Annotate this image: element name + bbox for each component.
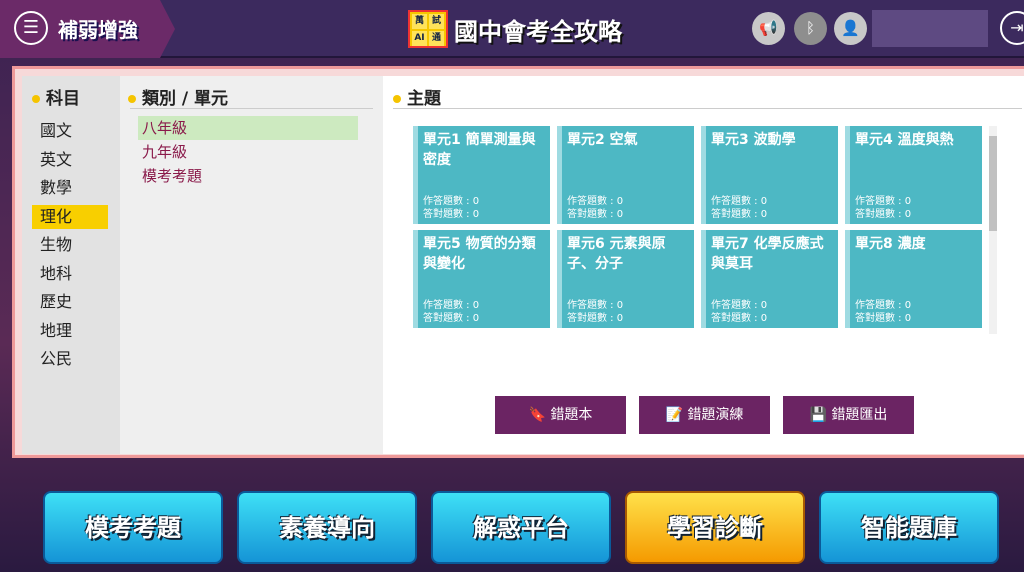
subject-item[interactable]: 地理	[32, 319, 108, 343]
unit-title: 單元7 化學反應式與莫耳	[711, 236, 824, 272]
scrollbar[interactable]	[989, 126, 997, 334]
unit-title: 單元1 簡單測量與密度	[423, 132, 536, 168]
correct-count: 答對題數 : 0	[855, 209, 912, 220]
bottom-nav-button[interactable]: 解惑平台	[431, 491, 611, 564]
bluetooth-icon[interactable]: ᛒ	[794, 12, 827, 45]
subject-item[interactable]: 國文	[32, 119, 108, 143]
category-item[interactable]: 八年級	[138, 116, 358, 140]
topic-area: 主題 單元1 簡單測量與密度 作答題數 : 0 答對題數 : 0 單元2 空氣 作答題數…	[383, 76, 1024, 454]
category-item[interactable]: 模考考題	[138, 164, 358, 188]
unit-title: 單元6 元素與原子、分子	[567, 236, 666, 272]
topic-heading: 主題	[393, 84, 441, 109]
answered-count: 作答題數 : 0	[711, 300, 768, 311]
answered-count: 作答題數 : 0	[423, 196, 480, 207]
unit-card[interactable]: 單元5 物質的分類與變化作答題數 : 0 答對題數 : 0	[413, 230, 550, 328]
subject-item[interactable]: 歷史	[32, 290, 108, 314]
app-logo: 萬試 AI 通	[408, 10, 448, 48]
subject-heading: 科目	[32, 84, 80, 109]
user-name-box	[872, 10, 988, 47]
bottom-nav-button[interactable]: 學習診斷	[625, 491, 805, 564]
unit-card[interactable]: 單元1 簡單測量與密度作答題數 : 0 答對題數 : 0	[413, 126, 550, 224]
category-column: 類別 / 單元 八年級 九年級 模考考題	[120, 76, 383, 454]
logout-icon[interactable]: ⇥	[1000, 11, 1024, 45]
back-label: 補弱增強	[58, 18, 138, 42]
correct-count: 答對題數 : 0	[423, 313, 480, 324]
header: ☰ 補弱增強 萬試 AI 通 國中會考全攻略 📢 ᛒ 👤 ⇥	[0, 0, 1024, 58]
unit-title: 單元3 波動學	[711, 132, 796, 148]
wrong-export-button[interactable]: 💾 錯題匯出	[783, 396, 914, 434]
unit-card[interactable]: 單元8 濃度作答題數 : 0 答對題數 : 0	[845, 230, 982, 328]
answered-count: 作答題數 : 0	[855, 300, 912, 311]
unit-card[interactable]: 單元6 元素與原子、分子作答題數 : 0 答對題數 : 0	[557, 230, 694, 328]
correct-count: 答對題數 : 0	[567, 209, 624, 220]
unit-title: 單元5 物質的分類與變化	[423, 236, 536, 272]
correct-count: 答對題數 : 0	[567, 313, 624, 324]
bottom-nav-button[interactable]: 素養導向	[237, 491, 417, 564]
subject-item[interactable]: 生物	[32, 233, 108, 257]
unit-title: 單元8 濃度	[855, 236, 926, 252]
answered-count: 作答題數 : 0	[423, 300, 480, 311]
correct-count: 答對題數 : 0	[855, 313, 912, 324]
back-tab[interactable]: ☰ 補弱增強	[0, 0, 175, 58]
megaphone-icon[interactable]: 📢	[752, 12, 785, 45]
answered-count: 作答題數 : 0	[567, 300, 624, 311]
subject-column: 科目 國文英文數學理化生物地科歷史地理公民	[22, 76, 120, 454]
subject-item[interactable]: 數學	[32, 176, 108, 200]
unit-title: 單元2 空氣	[567, 132, 638, 148]
answered-count: 作答題數 : 0	[567, 196, 624, 207]
wrong-book-button[interactable]: 🔖 錯題本	[495, 396, 626, 434]
category-heading: 類別 / 單元	[128, 84, 228, 109]
correct-count: 答對題數 : 0	[423, 209, 480, 220]
subject-item[interactable]: 地科	[32, 262, 108, 286]
unit-card[interactable]: 單元7 化學反應式與莫耳作答題數 : 0 答對題數 : 0	[701, 230, 838, 328]
correct-count: 答對題數 : 0	[711, 313, 768, 324]
user-icon[interactable]: 👤	[834, 12, 867, 45]
unit-title: 單元4 溫度與熱	[855, 132, 954, 148]
answered-count: 作答題數 : 0	[711, 196, 768, 207]
unit-card[interactable]: 單元3 波動學作答題數 : 0 答對題數 : 0	[701, 126, 838, 224]
subject-item[interactable]: 英文	[32, 148, 108, 172]
menu-icon[interactable]: ☰	[14, 11, 48, 45]
bottom-nav-button[interactable]: 智能題庫	[819, 491, 999, 564]
answered-count: 作答題數 : 0	[855, 196, 912, 207]
app-title: 國中會考全攻略	[454, 18, 622, 46]
correct-count: 答對題數 : 0	[711, 209, 768, 220]
subject-item[interactable]: 理化	[32, 204, 108, 229]
wrong-practice-button[interactable]: 📝 錯題演練	[639, 396, 770, 434]
unit-card[interactable]: 單元4 溫度與熱作答題數 : 0 答對題數 : 0	[845, 126, 982, 224]
category-item[interactable]: 九年級	[138, 140, 358, 164]
unit-card[interactable]: 單元2 空氣作答題數 : 0 答對題數 : 0	[557, 126, 694, 224]
bottom-nav-button[interactable]: 模考考題	[43, 491, 223, 564]
content-panel: 科目 國文英文數學理化生物地科歷史地理公民 類別 / 單元 八年級 九年級 模考考題…	[12, 66, 1024, 458]
subject-item[interactable]: 公民	[32, 347, 108, 371]
